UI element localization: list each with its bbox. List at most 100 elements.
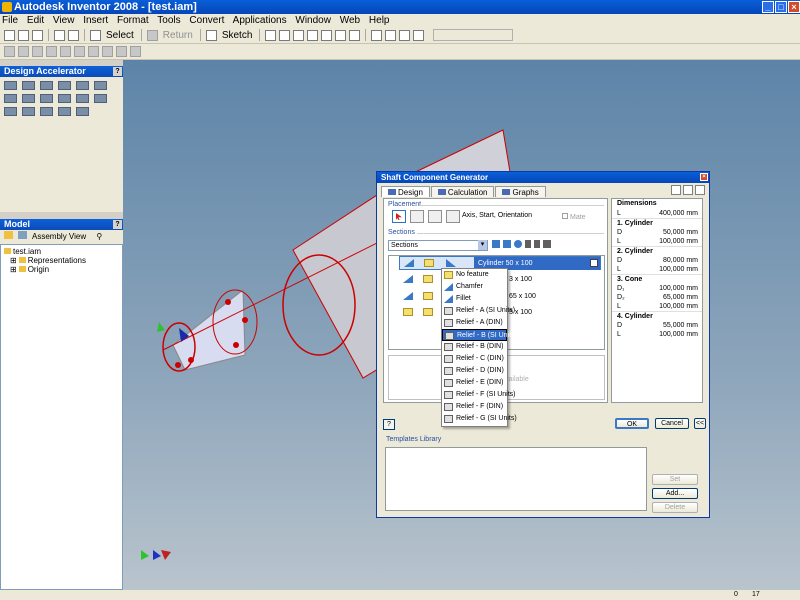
- dropdown-item-no-feature[interactable]: No feature: [442, 269, 507, 281]
- pin-icon[interactable]: [58, 94, 71, 103]
- property-row[interactable]: D 55,000 mm: [612, 321, 702, 330]
- open-icon[interactable]: [18, 29, 29, 41]
- menu-help[interactable]: Help: [369, 15, 390, 26]
- export-icon[interactable]: [671, 185, 681, 195]
- menu-edit[interactable]: Edit: [27, 15, 44, 26]
- placement-flip-button[interactable]: [446, 210, 460, 223]
- property-row[interactable]: D 50,000 mm: [612, 228, 702, 237]
- menu-web[interactable]: Web: [340, 15, 360, 26]
- property-row[interactable]: D₂ 65,000 mm: [612, 293, 702, 302]
- menu-file[interactable]: File: [0, 15, 18, 26]
- view-icon[interactable]: [18, 231, 28, 239]
- property-row[interactable]: L 100,000 mm: [612, 330, 702, 339]
- dropdown-item-relief-f-si[interactable]: Relief - F (SI Units): [442, 389, 516, 401]
- dropdown-item-fillet[interactable]: Fillet: [442, 293, 507, 305]
- menu-applications[interactable]: Applications: [233, 15, 287, 26]
- property-row[interactable]: L 100,000 mm: [612, 265, 702, 274]
- calc-icon[interactable]: [76, 107, 89, 116]
- spring-icon[interactable]: [4, 94, 17, 103]
- end-feature-icon[interactable]: [446, 259, 456, 267]
- find-icon[interactable]: ⚲: [96, 232, 102, 241]
- new-icon[interactable]: [4, 29, 15, 41]
- tab-design[interactable]: Design: [381, 186, 430, 197]
- remove-section-icon[interactable]: [590, 259, 598, 267]
- expand-icon[interactable]: ⊞: [10, 256, 17, 265]
- expand-icon[interactable]: ⊞: [10, 265, 17, 274]
- sketch-button[interactable]: Sketch: [220, 30, 255, 41]
- dropdown-item-relief-g-si[interactable]: Relief - G (SI Units): [442, 413, 517, 425]
- tree-node-origin[interactable]: ⊞ Origin: [4, 265, 119, 274]
- dropdown-item-relief-d-din[interactable]: Relief - D (DIN): [442, 365, 507, 377]
- formula-icon[interactable]: [683, 185, 693, 195]
- select-icon[interactable]: [90, 29, 101, 41]
- menu-window[interactable]: Window: [295, 15, 331, 26]
- menu-view[interactable]: View: [53, 15, 75, 26]
- display-mode-icon[interactable]: [371, 29, 383, 41]
- minimize-icon[interactable]: _: [762, 1, 774, 13]
- rotate-icon[interactable]: [335, 29, 347, 41]
- color-combo[interactable]: [433, 29, 514, 41]
- insert-polygon-icon[interactable]: [514, 240, 522, 248]
- property-row[interactable]: L 400,000 mm: [612, 209, 702, 218]
- weld-icon[interactable]: [4, 107, 17, 116]
- cone-section-icon[interactable]: [423, 292, 433, 300]
- property-row[interactable]: L 100,000 mm: [612, 302, 702, 311]
- help-button[interactable]: ?: [383, 419, 395, 430]
- insert-cylinder-icon[interactable]: [492, 240, 500, 248]
- zoom-selected-icon[interactable]: [321, 29, 333, 41]
- design-accelerator-title[interactable]: Design Accelerator ?: [0, 66, 123, 77]
- redo-icon[interactable]: [68, 29, 79, 41]
- menu-tools[interactable]: Tools: [157, 15, 180, 26]
- sections-dropdown[interactable]: Sections: [388, 240, 488, 251]
- zoom-icon[interactable]: [293, 29, 305, 41]
- dialog-close-icon[interactable]: ×: [700, 173, 708, 181]
- dropdown-item-relief-a-si[interactable]: Relief - A (SI Units): [442, 305, 515, 317]
- maximize-icon[interactable]: □: [775, 1, 787, 13]
- dropdown-item-relief-b-si[interactable]: Relief - B (SI Units): [442, 329, 517, 341]
- undo-icon[interactable]: [54, 29, 65, 41]
- shadow-icon[interactable]: [399, 29, 411, 41]
- add-button[interactable]: Add...: [652, 488, 698, 499]
- cam-icon[interactable]: [94, 81, 107, 90]
- placement-orientation-button[interactable]: [428, 210, 442, 223]
- seal-icon[interactable]: [94, 94, 107, 103]
- beam-icon[interactable]: [22, 107, 35, 116]
- ok-button[interactable]: OK: [615, 418, 649, 429]
- start-feature-icon[interactable]: [403, 292, 413, 300]
- tab-graphs[interactable]: Graphs: [495, 186, 546, 197]
- collapse-button[interactable]: <<: [694, 418, 706, 429]
- cancel-button[interactable]: Cancel: [655, 418, 689, 429]
- zoom-all-icon[interactable]: [265, 29, 277, 41]
- cylinder-icon[interactable]: [423, 275, 433, 283]
- cylinder-icon[interactable]: [424, 259, 434, 267]
- templates-library[interactable]: [385, 447, 647, 511]
- shaft-icon[interactable]: [22, 81, 35, 90]
- tree-node-representations[interactable]: ⊞ Representations: [4, 256, 119, 265]
- pan-icon[interactable]: [307, 29, 319, 41]
- model-help-icon[interactable]: ?: [113, 220, 122, 229]
- start-feature-icon[interactable]: [403, 275, 413, 283]
- start-feature-icon[interactable]: [404, 259, 414, 267]
- color-icon[interactable]: [413, 29, 425, 41]
- belt-icon[interactable]: [76, 81, 89, 90]
- menu-format[interactable]: Format: [117, 15, 149, 26]
- sketch-icon[interactable]: [205, 29, 217, 41]
- camera-icon[interactable]: [385, 29, 397, 41]
- spline-icon[interactable]: [40, 94, 53, 103]
- cylinder-icon[interactable]: [403, 308, 413, 316]
- property-row[interactable]: D 80,000 mm: [612, 256, 702, 265]
- save-icon[interactable]: [32, 29, 43, 41]
- panel-help-icon[interactable]: ?: [113, 67, 122, 76]
- dropdown-item-relief-c-din[interactable]: Relief - C (DIN): [442, 353, 507, 365]
- menu-insert[interactable]: Insert: [83, 15, 108, 26]
- insert-cone-icon[interactable]: [503, 240, 511, 248]
- placement-axis-button[interactable]: [392, 210, 406, 223]
- property-row[interactable]: L 100,000 mm: [612, 237, 702, 246]
- model-title[interactable]: Model ?: [0, 219, 123, 230]
- assembly-view-dropdown[interactable]: Assembly View: [32, 232, 86, 241]
- select-button[interactable]: Select: [104, 30, 136, 41]
- dropdown-item-relief-f-din[interactable]: Relief - F (DIN): [442, 401, 507, 413]
- dropdown-item-relief-a-din[interactable]: Relief - A (DIN): [442, 317, 507, 329]
- bolt-icon[interactable]: [4, 81, 17, 90]
- dropdown-item-relief-e-din[interactable]: Relief - E (DIN): [442, 377, 507, 389]
